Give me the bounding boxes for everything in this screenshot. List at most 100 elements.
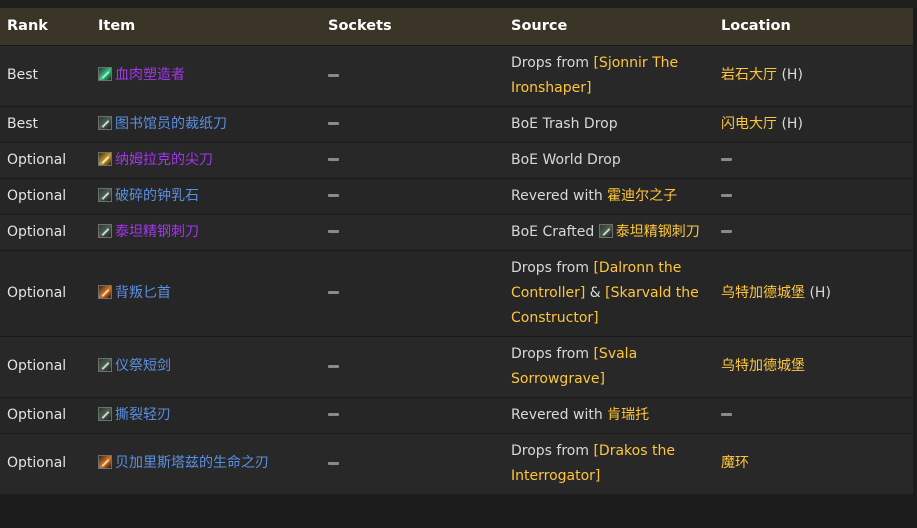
table-row: Optional 泰坦精钢刺刀 BoE Crafted 泰坦精钢刺刀 — [0, 213, 913, 250]
location-link[interactable]: 闪电大厅 — [721, 116, 777, 132]
item-link[interactable]: 图书馆员的裁纸刀 — [115, 116, 227, 132]
source-text: Drops from — [511, 442, 594, 459]
rank-cell: Optional — [0, 335, 91, 397]
sockets-cell — [321, 396, 504, 433]
table-row: Optional 背叛匕首 Drops from [Dalronn the Co… — [0, 249, 913, 336]
dagger-icon — [98, 151, 112, 166]
item-cell: 破碎的钟乳石 — [91, 177, 321, 214]
item-link[interactable]: 破碎的钟乳石 — [115, 188, 199, 204]
faction-link[interactable]: 肯瑞托 — [607, 407, 649, 423]
dash-icon — [328, 122, 339, 125]
sockets-cell — [321, 44, 504, 106]
item-cell: 纳姆拉克的尖刀 — [91, 141, 321, 178]
table-header-row: Rank Item Sockets Source Location — [0, 8, 913, 45]
location-link[interactable]: 岩石大厅 — [721, 67, 777, 83]
sockets-cell — [321, 177, 504, 214]
faction-link[interactable]: 霍迪尔之子 — [607, 188, 677, 204]
sockets-cell — [321, 213, 504, 250]
item-link[interactable]: 贝加里斯塔兹的生命之刃 — [115, 455, 269, 471]
source-text: BoE World Drop — [511, 151, 621, 168]
dash-icon — [721, 230, 732, 233]
header-rank: Rank — [7, 18, 48, 35]
sockets-cell — [321, 141, 504, 178]
table-row: Optional 撕裂轻刃 Revered with 肯瑞托 — [0, 396, 913, 433]
location-cell — [714, 141, 913, 178]
rank-cell: Best — [0, 105, 91, 142]
location-cell: 岩石大厅 (H) — [714, 44, 913, 106]
location-suffix: (H) — [805, 284, 831, 301]
rank-cell: Optional — [0, 177, 91, 214]
item-link[interactable]: 血肉塑造者 — [115, 67, 185, 83]
item-cell: 仪祭短剑 — [91, 335, 321, 397]
source-cell: BoE Trash Drop — [504, 105, 714, 142]
source-joiner: & — [585, 284, 606, 301]
rank-cell: Optional — [0, 432, 91, 494]
sockets-cell — [321, 432, 504, 494]
table-row: Optional 仪祭短剑 Drops from [Svala Sorrowgr… — [0, 335, 913, 397]
location-cell — [714, 177, 913, 214]
source-text: Drops from — [511, 345, 594, 362]
source-cell: Drops from [Sjonnir The Ironshaper] — [504, 44, 714, 106]
dagger-icon — [98, 67, 112, 81]
header-sockets: Sockets — [328, 18, 392, 35]
dash-icon — [328, 461, 339, 465]
rank-cell: Best — [0, 44, 91, 106]
item-cell: 血肉塑造者 — [91, 44, 321, 106]
sockets-cell — [321, 105, 504, 142]
item-cell: 图书馆员的裁纸刀 — [91, 105, 321, 142]
location-link[interactable]: 魔环 — [721, 455, 749, 471]
dash-icon — [328, 413, 339, 416]
table-row: Optional 贝加里斯塔兹的生命之刃 Drops from [Drakos … — [0, 432, 913, 494]
dash-icon — [721, 413, 732, 416]
dagger-icon — [598, 223, 613, 238]
location-link[interactable]: 乌特加德城堡 — [721, 285, 805, 301]
item-link[interactable]: 仪祭短剑 — [115, 358, 171, 374]
location-link[interactable]: 乌特加德城堡 — [721, 358, 805, 374]
item-cell: 撕裂轻刃 — [91, 396, 321, 433]
dash-icon — [328, 364, 339, 368]
table-row: Optional 纳姆拉克的尖刀 BoE World Drop — [0, 141, 913, 178]
header-item: Item — [98, 18, 136, 35]
dagger-icon — [98, 358, 112, 372]
location-cell — [714, 396, 913, 433]
rank-cell: Optional — [0, 396, 91, 433]
table-row: Best 图书馆员的裁纸刀 BoE Trash Drop 闪电大厅 (H) — [0, 105, 913, 142]
location-suffix: (H) — [777, 115, 803, 132]
rank-cell: Optional — [0, 213, 91, 250]
source-cell: Revered with 肯瑞托 — [504, 396, 714, 433]
dash-icon — [328, 291, 339, 294]
sockets-cell — [321, 335, 504, 397]
dash-icon — [328, 194, 339, 197]
source-cell: Drops from [Svala Sorrowgrave] — [504, 335, 714, 397]
dagger-icon — [98, 115, 112, 130]
top-strip — [0, 0, 917, 8]
item-cell: 背叛匕首 — [91, 249, 321, 336]
source-cell: Drops from [Drakos the Interrogator] — [504, 432, 714, 494]
source-text: BoE Crafted — [511, 223, 599, 240]
source-cell: BoE Crafted 泰坦精钢刺刀 — [504, 213, 714, 250]
item-link[interactable]: 泰坦精钢刺刀 — [115, 224, 199, 240]
dash-icon — [721, 158, 732, 161]
item-cell: 贝加里斯塔兹的生命之刃 — [91, 432, 321, 494]
location-cell: 乌特加德城堡 (H) — [714, 249, 913, 336]
dash-icon — [328, 158, 339, 161]
item-link[interactable]: 纳姆拉克的尖刀 — [115, 152, 213, 168]
location-cell: 魔环 — [714, 432, 913, 494]
item-link[interactable]: 撕裂轻刃 — [115, 407, 171, 423]
gear-table: Rank Item Sockets Source Location Best 血… — [0, 8, 913, 494]
table-row: Best 血肉塑造者 Drops from [Sjonnir The Irons… — [0, 44, 913, 106]
dagger-icon — [98, 406, 112, 421]
source-text: BoE Trash Drop — [511, 115, 618, 132]
location-cell — [714, 213, 913, 250]
location-suffix: (H) — [777, 67, 803, 83]
item-cell: 泰坦精钢刺刀 — [91, 213, 321, 250]
header-location: Location — [721, 18, 791, 35]
crafted-item-link[interactable]: 泰坦精钢刺刀 — [616, 224, 700, 240]
dash-icon — [721, 194, 732, 197]
table-row: Optional 破碎的钟乳石 Revered with 霍迪尔之子 — [0, 177, 913, 214]
dagger-icon — [98, 284, 112, 299]
item-link[interactable]: 背叛匕首 — [115, 285, 171, 301]
rank-cell: Optional — [0, 249, 91, 336]
location-cell: 闪电大厅 (H) — [714, 105, 913, 142]
source-text: Revered with — [511, 187, 608, 204]
